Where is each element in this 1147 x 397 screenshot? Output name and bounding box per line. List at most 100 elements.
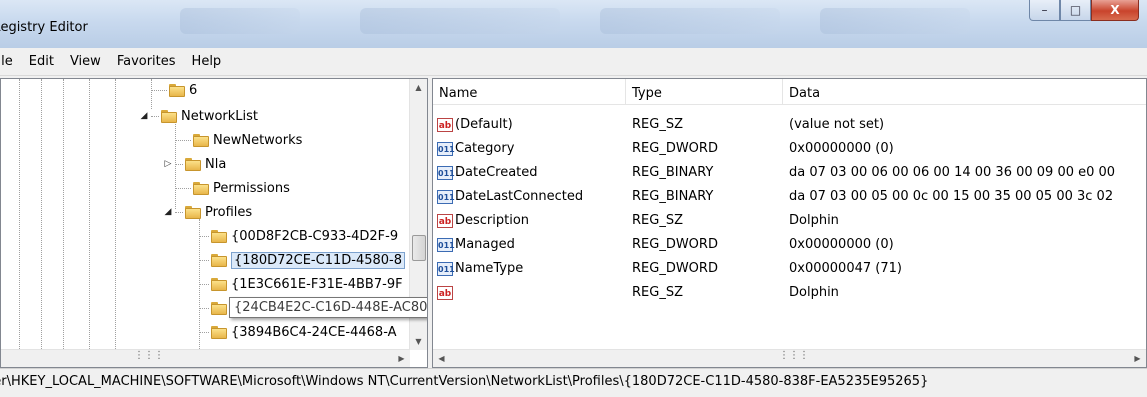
- menu-bar: File Edit View Favorites Help: [0, 48, 1147, 76]
- value-name-cell: 011NameType: [437, 257, 625, 281]
- scroll-left-arrow-icon[interactable]: ◀: [433, 350, 450, 367]
- menu-favorites[interactable]: Favorites: [109, 54, 184, 69]
- value-type: REG_DWORD: [632, 261, 718, 276]
- binary-value-icon: 011: [437, 141, 455, 156]
- value-name-cell: 011Managed: [437, 233, 625, 257]
- value-data: da 07 03 00 05 00 0c 00 15 00 35 00 05 0…: [789, 189, 1114, 204]
- string-value-icon: ab: [437, 213, 453, 228]
- value-type: REG_SZ: [632, 213, 683, 228]
- folder-open-icon: [161, 109, 177, 123]
- value-type: REG_DWORD: [632, 237, 718, 252]
- maximize-button[interactable]: □: [1060, 0, 1091, 21]
- folder-icon: [211, 301, 227, 315]
- tree-guide: [19, 79, 20, 367]
- tree-node-label: {1E3C661E-F31E-4BB7-9F: [231, 276, 403, 292]
- tree-guide: [63, 79, 64, 367]
- blurred-background: [180, 8, 300, 34]
- value-name: DateCreated: [455, 165, 538, 180]
- tree-node-profile-selected[interactable]: {180D72CE-C11D-4580-8: [199, 249, 405, 271]
- value-name: Category: [455, 141, 515, 156]
- value-data: 0x00000000 (0): [789, 237, 894, 252]
- column-header-type[interactable]: Type: [626, 79, 783, 104]
- value-name-cell: ab (Default): [437, 113, 625, 137]
- value-type: REG_BINARY: [632, 165, 714, 180]
- binary-value-icon: 011: [437, 237, 455, 252]
- value-type: REG_DWORD: [632, 141, 718, 156]
- collapse-arrow-icon[interactable]: ◢: [163, 207, 173, 217]
- blurred-background: [360, 8, 560, 34]
- scroll-right-arrow-icon[interactable]: ▶: [1129, 350, 1146, 367]
- scroll-down-arrow-icon[interactable]: ▼: [410, 333, 427, 350]
- folder-icon: [193, 133, 209, 147]
- tree-node-label: {180D72CE-C11D-4580-8: [231, 251, 405, 269]
- tree-node-networklist[interactable]: ◢ NetworkList: [139, 105, 258, 127]
- value-name: NameType: [455, 261, 524, 276]
- tree-node-profiles[interactable]: ◢ Profiles: [163, 201, 253, 223]
- tree-node-6[interactable]: 6: [151, 79, 197, 101]
- value-name: DateLastConnected: [455, 189, 584, 204]
- tree-node-newnetworks[interactable]: NewNetworks: [175, 129, 302, 151]
- tree-node-label: {3894B6C4-24CE-4468-A: [231, 324, 397, 340]
- value-data: (value not set): [789, 117, 885, 132]
- value-row[interactable]: ab (Default) REG_SZ (value not set): [433, 113, 1133, 137]
- scroll-thumb[interactable]: [412, 235, 426, 261]
- value-row[interactable]: 011NameType REG_DWORD 0x00000047 (71): [433, 257, 1133, 281]
- window-controls: – □ X: [1029, 0, 1139, 22]
- tree-node-permissions[interactable]: Permissions: [175, 177, 290, 199]
- value-name: Managed: [455, 237, 515, 252]
- tree-node-profile[interactable]: {00D8F2CB-C933-4D2F-9: [199, 225, 398, 247]
- folder-icon: [211, 253, 227, 267]
- value-row[interactable]: 011Category REG_DWORD 0x00000000 (0): [433, 137, 1133, 161]
- tree-horizontal-scrollbar[interactable]: ⋮⋮⋮ ▶: [1, 349, 410, 367]
- column-header-data[interactable]: Data: [783, 79, 1146, 104]
- scroll-up-arrow-icon[interactable]: ▲: [410, 79, 427, 96]
- expand-arrow-icon[interactable]: ▷: [163, 159, 173, 169]
- value-type: REG_BINARY: [632, 189, 714, 204]
- folder-icon: [185, 157, 201, 171]
- key-tree[interactable]: 6 ◢ NetworkList NewNetworks ▷ Nla Permis…: [0, 78, 428, 368]
- value-row[interactable]: ab Description REG_SZ Dolphin: [433, 209, 1133, 233]
- tree-node-profile[interactable]: {3894B6C4-24CE-4468-A: [199, 321, 397, 343]
- blurred-background: [600, 8, 780, 34]
- values-list[interactable]: Name Type Data ab (Default) REG_SZ (value n…: [432, 78, 1147, 368]
- scroll-right-arrow-icon[interactable]: ▶: [393, 350, 410, 367]
- value-row[interactable]: ab REG_SZ Dolphin: [433, 281, 1133, 305]
- value-name-cell: 011Category: [437, 137, 625, 161]
- close-button[interactable]: X: [1091, 0, 1139, 21]
- scroll-grip-icon: ⋮⋮⋮: [779, 350, 809, 361]
- value-row[interactable]: 011DateCreated REG_BINARY da 07 03 00 06 0…: [433, 161, 1133, 185]
- folder-icon: [211, 229, 227, 243]
- tree-node-nla[interactable]: ▷ Nla: [163, 153, 227, 175]
- tree-node-label: Profiles: [205, 204, 253, 220]
- value-data: 0x00000000 (0): [789, 141, 894, 156]
- value-row[interactable]: 011Managed REG_DWORD 0x00000000 (0): [433, 233, 1133, 257]
- title-bar: Registry Editor – □ X: [0, 0, 1147, 48]
- maximize-icon: □: [1069, 3, 1082, 17]
- value-name-cell: 011DateLastConnected: [437, 185, 625, 209]
- menu-help[interactable]: Help: [184, 54, 230, 69]
- menu-view[interactable]: View: [62, 54, 109, 69]
- folder-icon: [193, 181, 209, 195]
- collapse-arrow-icon[interactable]: ◢: [139, 111, 149, 121]
- window-title: Registry Editor: [0, 20, 88, 35]
- value-type: REG_SZ: [632, 117, 683, 132]
- folder-icon: [211, 325, 227, 339]
- minimize-icon: –: [1041, 3, 1048, 17]
- column-header-name[interactable]: Name: [433, 79, 626, 104]
- values-horizontal-scrollbar[interactable]: ◀ ⋮⋮⋮ ▶: [433, 349, 1146, 367]
- tree-node-profile[interactable]: {1E3C661E-F31E-4BB7-9F: [199, 273, 403, 295]
- folder-icon: [169, 83, 185, 97]
- binary-value-icon: 011: [437, 189, 455, 204]
- minimize-button[interactable]: –: [1029, 0, 1060, 21]
- value-data: Dolphin: [789, 213, 839, 228]
- tree-node-profile[interactable]: [199, 297, 231, 319]
- menu-edit[interactable]: Edit: [21, 54, 62, 69]
- tree-node-label: Nla: [205, 156, 227, 172]
- value-type: REG_SZ: [632, 285, 683, 300]
- value-name: (Default): [455, 117, 513, 132]
- menu-file[interactable]: File: [0, 54, 21, 69]
- value-row[interactable]: 011DateLastConnected REG_BINARY da 07 03 0…: [433, 185, 1133, 209]
- tree-node-label: {00D8F2CB-C933-4D2F-9: [231, 228, 399, 244]
- value-name-cell: ab Description: [437, 209, 625, 233]
- tree-node-label: NetworkList: [181, 108, 259, 124]
